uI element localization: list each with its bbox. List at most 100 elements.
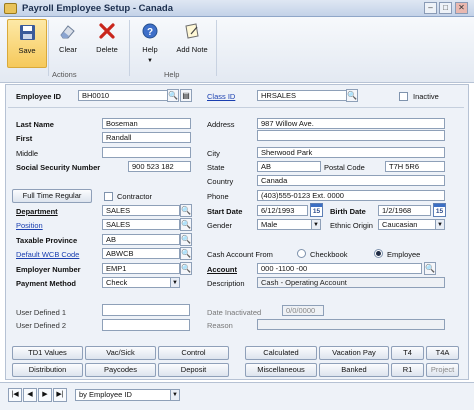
checkbook-label: Checkbook [310,250,348,259]
taxable-province-label: Taxable Province [16,236,78,245]
last-name-field[interactable]: Boseman [102,118,191,129]
distribution-button[interactable]: Distribution [12,363,83,377]
employer-number-field[interactable]: EMP1 [102,263,180,274]
next-record-icon[interactable]: ▶ [38,388,52,402]
lookup-icon[interactable]: 🔍 [180,218,192,231]
chevron-down-icon[interactable]: ▼ [170,278,179,287]
date-inactivated-field: 0/0/0000 [282,305,324,316]
first-name-field[interactable]: Randall [102,132,191,143]
maximize-button[interactable]: □ [439,2,452,14]
address-line-1[interactable]: 987 Willow Ave. [257,118,445,129]
user-defined-2-label: User Defined 2 [16,321,67,330]
birth-date-label: Birth Date [330,207,366,216]
calendar-icon[interactable]: 15 [310,203,323,217]
lookup-icon[interactable]: 🔍 [180,262,192,275]
reason-field [257,319,445,330]
taxable-province-field[interactable]: AB [102,234,180,245]
department-field[interactable]: SALES [102,205,180,216]
lookup-icon[interactable]: 🔍 [167,89,179,102]
start-date-field[interactable]: 6/12/1993 [257,205,308,216]
reason-label: Reason [207,321,233,330]
birth-date-field[interactable]: 1/2/1968 [378,205,431,216]
payment-method-select[interactable]: Check ▼ [102,277,180,288]
clear-label: Clear [59,45,77,54]
position-field[interactable]: SALES [102,219,180,230]
help-dropdown-arrow-icon[interactable]: ▼ [147,58,153,64]
close-button[interactable]: ✕ [455,2,468,14]
calendar-icon[interactable]: 15 [433,203,446,217]
control-button[interactable]: Control [158,346,229,360]
divider [8,107,464,108]
user-defined-2-field[interactable] [102,319,190,331]
save-button[interactable]: Save [7,19,47,68]
lookup-icon[interactable]: 🔍 [180,233,192,246]
ribbon-divider [48,20,49,76]
wcb-code-link[interactable]: Default WCB Code [16,250,79,259]
state-label: State [207,163,225,172]
position-link[interactable]: Position [16,221,43,230]
first-record-icon[interactable]: |◀ [8,388,22,402]
page-icon[interactable]: ▤ [180,89,192,102]
td1-values-button[interactable]: TD1 Values [12,346,83,360]
deposit-button[interactable]: Deposit [158,363,229,377]
inactive-checkbox[interactable] [399,92,408,101]
floppy-disk-icon [20,25,35,40]
lookup-icon[interactable]: 🔍 [180,204,192,217]
delete-button[interactable]: Delete [89,19,125,68]
paycodes-button[interactable]: Paycodes [85,363,156,377]
vacation-pay-button[interactable]: Vacation Pay [319,346,389,360]
lookup-icon[interactable]: 🔍 [346,89,358,102]
t4a-button[interactable]: T4A [426,346,459,360]
state-field[interactable]: AB [257,161,321,172]
help-label: Help [142,45,158,54]
last-record-icon[interactable]: ▶| [53,388,67,402]
country-field[interactable]: Canada [257,175,445,186]
lookup-icon[interactable]: 🔍 [180,247,192,260]
address-line-2[interactable] [257,130,445,141]
minimize-button[interactable]: – [424,2,437,14]
class-id-link[interactable]: Class ID [207,92,235,101]
postal-code-field[interactable]: T7H 5R6 [385,161,445,172]
ribbon-divider [129,20,130,76]
ribbon-divider [216,20,217,76]
ethnic-origin-select[interactable]: Caucasian ▼ [378,219,445,230]
wcb-code-field[interactable]: ABWCB [102,248,180,259]
user-defined-1-field[interactable] [102,304,190,316]
miscellaneous-button[interactable]: Miscellaneous [245,363,317,377]
class-id-field[interactable]: HRSALES [257,90,347,101]
sort-by-select[interactable]: by Employee ID ▼ [75,389,180,401]
calculated-button[interactable]: Calculated [245,346,317,360]
ssn-field[interactable]: 900 523 182 [128,161,191,172]
chevron-down-icon[interactable]: ▼ [170,390,179,400]
add-note-label: Add Note [176,45,208,54]
lookup-icon[interactable]: 🔍 [424,262,436,275]
cash-account-from-label: Cash Account From [207,250,273,259]
add-note-button[interactable]: Add Note [172,19,212,68]
employment-type-button[interactable]: Full Time Regular [12,189,92,203]
employee-id-field[interactable]: BH0010 [78,90,168,101]
help-button[interactable]: ? Help ▼ [135,19,165,68]
contractor-checkbox[interactable] [104,192,113,201]
description-label: Description [207,279,245,288]
phone-label: Phone [207,192,229,201]
delete-label: Delete [96,45,118,54]
employee-radio[interactable] [374,249,383,258]
t4-button[interactable]: T4 [391,346,424,360]
start-date-label: Start Date [207,207,243,216]
checkbook-radio[interactable] [297,249,306,258]
phone-field[interactable]: (403)555-0123 Ext. 0000 [257,190,445,201]
clear-button[interactable]: Clear [52,19,84,68]
account-field[interactable]: 000 -1100 -00 [257,263,422,274]
r1-button[interactable]: R1 [391,363,424,377]
employee-id-label: Employee ID [16,92,62,101]
previous-record-icon[interactable]: ◀ [23,388,37,402]
city-field[interactable]: Sherwood Park [257,147,445,158]
sort-by-value: by Employee ID [79,390,132,399]
middle-name-field[interactable] [102,147,191,158]
banked-button[interactable]: Banked [319,363,389,377]
vac-sick-button[interactable]: Vac/Sick [85,346,156,360]
gender-select[interactable]: Male ▼ [257,219,321,230]
chevron-down-icon[interactable]: ▼ [435,220,444,229]
chevron-down-icon[interactable]: ▼ [311,220,320,229]
contractor-label: Contractor [117,192,153,201]
